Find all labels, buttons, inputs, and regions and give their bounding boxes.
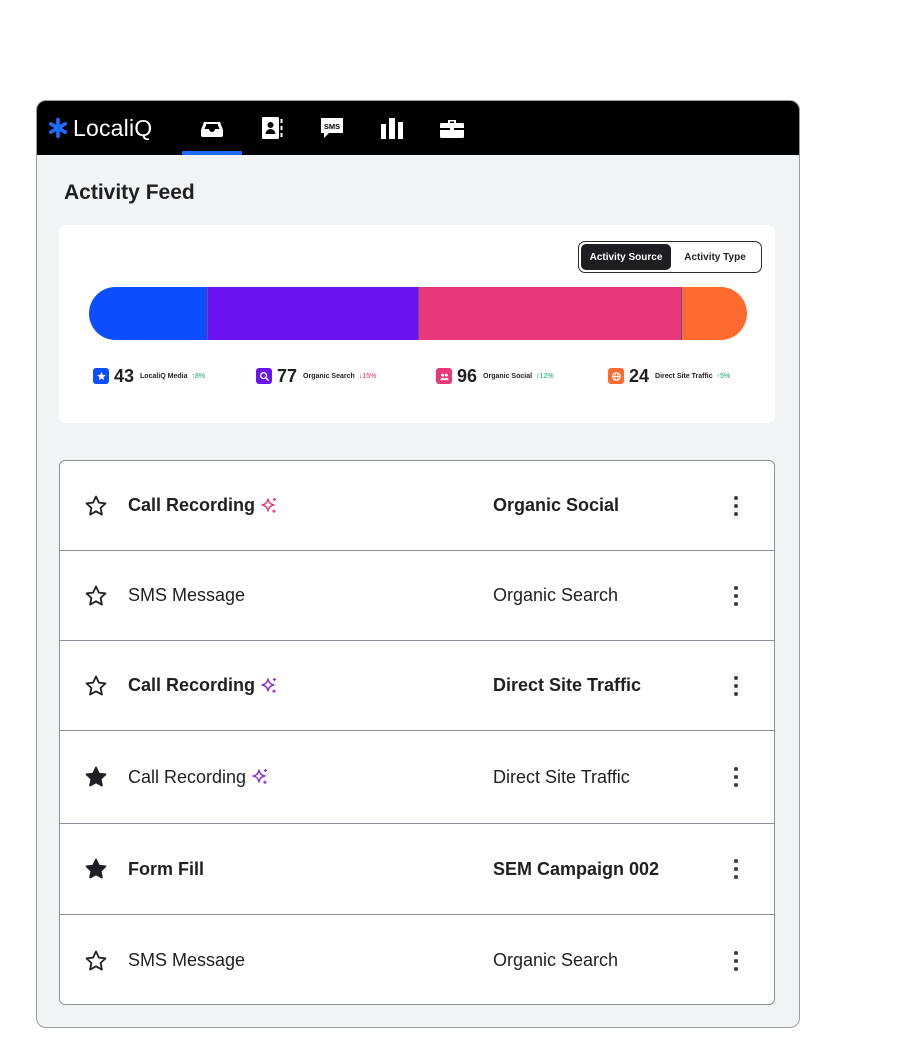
table-row[interactable]: SMS Message Organic Search <box>60 551 774 641</box>
view-toggle: Activity Source Activity Type <box>578 241 762 273</box>
table-row[interactable]: SMS Message Organic Search <box>60 915 774 1004</box>
activity-name: Form Fill <box>128 859 204 880</box>
activity-feed-list: Call Recording Organic Social SMS Messag… <box>59 460 775 1005</box>
inbox-icon <box>201 122 223 137</box>
more-options-icon[interactable] <box>726 582 746 610</box>
star-outline-icon[interactable] <box>84 494 108 518</box>
activity-name: SMS Message <box>128 950 245 971</box>
legend-count: 43 <box>114 365 135 386</box>
bar-segment-direct-site-traffic[interactable] <box>681 287 747 340</box>
activity-name: SMS Message <box>128 585 245 606</box>
table-row[interactable]: Call Recording Organic Social <box>60 461 774 551</box>
activity-name: Call Recording <box>128 675 279 696</box>
top-nav-bar: LocaliQ SMS <box>37 101 799 155</box>
toggle-activity-type[interactable]: Activity Type <box>671 244 759 270</box>
source-legend: 43 LocaliQ Media ↑8% 77 Organic Search ↓… <box>89 365 749 387</box>
legend-item-localiq-media: 43 LocaliQ Media ↑8% <box>93 365 205 387</box>
contacts-icon <box>262 117 283 139</box>
more-options-icon[interactable] <box>726 672 746 700</box>
legend-item-organic-social: 96 Organic Social ↑12% <box>436 365 554 387</box>
activity-source: Organic Social <box>493 495 620 515</box>
bar-segment-organic-social[interactable] <box>417 287 682 340</box>
activity-source: Organic Search <box>493 585 619 605</box>
activity-label: Form Fill <box>128 858 204 879</box>
globe-icon <box>608 368 624 384</box>
briefcase-icon <box>440 120 464 138</box>
legend-count: 24 <box>629 365 650 386</box>
localiq-logo-icon <box>49 117 67 139</box>
more-options-icon[interactable] <box>726 947 746 975</box>
activity-source: Organic Search <box>493 950 619 970</box>
table-row[interactable]: Call Recording Direct Site Traffic <box>60 731 774 824</box>
star-outline-icon[interactable] <box>84 674 108 698</box>
activity-label: SMS Message <box>128 950 246 970</box>
more-options-icon[interactable] <box>726 855 746 883</box>
nav-contacts[interactable] <box>242 101 302 155</box>
activity-summary-card: Activity Source Activity Type 43 LocaliQ… <box>59 225 775 423</box>
sms-icon: SMS <box>321 118 343 138</box>
activity-label: SMS Message <box>128 585 246 605</box>
activity-source: SEM Campaign 002 <box>493 858 660 879</box>
bar-segment-organic-search[interactable] <box>206 287 418 340</box>
star-filled-icon[interactable] <box>84 765 108 789</box>
legend-label: Direct Site Traffic <box>655 372 713 380</box>
sms-icon-label: SMS <box>324 122 340 131</box>
star-outline-icon[interactable] <box>84 584 108 608</box>
page-title: Activity Feed <box>64 181 195 204</box>
more-options-icon[interactable] <box>726 492 746 520</box>
toggle-activity-source[interactable]: Activity Source <box>581 244 671 270</box>
legend-delta: ↓15% <box>358 372 377 380</box>
app-window: LocaliQ SMS Activity Feed Activity Sourc… <box>36 100 800 1028</box>
activity-label: Call Recording <box>128 675 256 695</box>
legend-label: LocaliQ Media <box>140 372 188 380</box>
legend-delta: ↑12% <box>536 372 554 380</box>
activity-source: Direct Site Traffic <box>493 675 642 695</box>
star-outline-icon[interactable] <box>84 949 108 973</box>
bar-segment-localiq-media[interactable] <box>89 287 207 340</box>
ai-sparkle-icon <box>261 677 277 693</box>
main-nav: SMS <box>182 101 482 155</box>
nav-inbox[interactable] <box>182 101 242 155</box>
activity-name: Call Recording <box>128 495 279 516</box>
legend-label: Organic Social <box>483 372 533 380</box>
sparkle-badge-icon <box>93 368 109 384</box>
activity-source: Direct Site Traffic <box>493 766 630 787</box>
nav-business[interactable] <box>422 101 482 155</box>
legend-item-direct-site-traffic: 24 Direct Site Traffic ↑5% <box>608 365 730 387</box>
people-icon <box>436 368 452 384</box>
ai-sparkle-icon <box>261 497 277 513</box>
brand-logo[interactable]: LocaliQ <box>47 101 152 155</box>
ai-sparkle-icon <box>252 769 268 784</box>
activity-label: Call Recording <box>128 495 256 515</box>
legend-count: 77 <box>277 365 298 386</box>
legend-delta: ↑5% <box>716 372 731 380</box>
nav-reports[interactable] <box>362 101 422 155</box>
search-icon <box>256 368 272 384</box>
brand-name: LocaliQ <box>73 114 153 141</box>
legend-item-organic-search: 77 Organic Search ↓15% <box>256 365 376 387</box>
bar-chart-icon <box>381 118 403 139</box>
activity-label: Call Recording <box>128 766 247 787</box>
nav-sms[interactable]: SMS <box>302 101 362 155</box>
legend-count: 96 <box>457 365 478 386</box>
legend-delta: ↑8% <box>191 372 206 380</box>
more-options-icon[interactable] <box>726 763 746 791</box>
star-filled-icon[interactable] <box>84 857 108 881</box>
source-distribution-bar <box>89 287 747 340</box>
activity-name: Call Recording <box>128 767 270 788</box>
table-row[interactable]: Call Recording Direct Site Traffic <box>60 641 774 731</box>
legend-label: Organic Search <box>303 372 355 380</box>
table-row[interactable]: Form Fill SEM Campaign 002 <box>60 824 774 915</box>
